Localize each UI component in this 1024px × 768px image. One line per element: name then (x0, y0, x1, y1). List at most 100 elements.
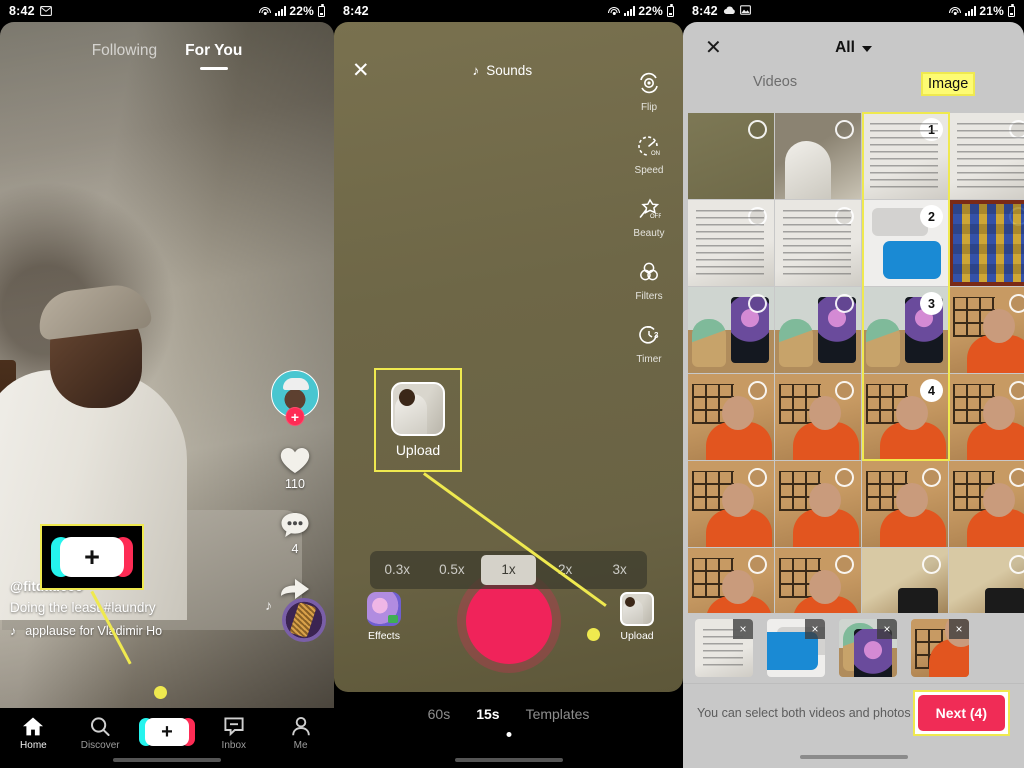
next-button[interactable]: Next (4) (917, 695, 1005, 731)
gallery-cell[interactable] (688, 113, 774, 199)
gallery-cell[interactable] (775, 374, 861, 460)
gallery-cell[interactable] (949, 287, 1024, 373)
gallery-cell[interactable] (688, 374, 774, 460)
gallery-cell[interactable] (949, 374, 1024, 460)
gallery-cell[interactable] (862, 461, 948, 547)
selection-circle[interactable] (748, 207, 767, 226)
selection-circle[interactable] (748, 120, 767, 139)
close-icon[interactable]: ✕ (352, 60, 370, 81)
selection-circle[interactable] (1009, 381, 1024, 400)
nav-create[interactable]: + (137, 717, 197, 749)
gallery-cell[interactable] (775, 113, 861, 199)
selection-circle[interactable] (1009, 555, 1024, 574)
selection-number-badge[interactable]: 3 (920, 292, 943, 315)
gallery-cell[interactable] (949, 200, 1024, 286)
gallery-cell[interactable] (775, 200, 861, 286)
tool-beauty[interactable]: OFF Beauty (633, 198, 665, 239)
like-button[interactable]: 110 (279, 446, 311, 491)
album-dropdown[interactable]: All (683, 39, 1024, 57)
tray-thumbnail[interactable]: × (911, 619, 969, 677)
speed-option-2[interactable]: 1x (481, 555, 536, 585)
selection-circle[interactable] (835, 207, 854, 226)
gallery-cell[interactable] (949, 113, 1024, 199)
selection-circle[interactable] (1009, 468, 1024, 487)
plus-icon[interactable]: + (138, 717, 195, 746)
feed-video[interactable]: Following For You + 110 4 5 (0, 22, 334, 708)
selection-circle[interactable] (748, 381, 767, 400)
selection-circle[interactable] (835, 555, 854, 574)
speed-option-0[interactable]: 0.3x (370, 555, 425, 585)
tab-videos[interactable]: Videos (753, 74, 797, 90)
remove-thumbnail-icon[interactable]: × (877, 619, 897, 639)
tab-following[interactable]: Following (92, 42, 157, 60)
speed-option-1[interactable]: 0.5x (425, 555, 480, 585)
follow-plus-icon[interactable]: + (285, 407, 305, 426)
tool-flip[interactable]: Flip (637, 72, 661, 113)
record-button[interactable] (465, 578, 552, 664)
speed-option-4[interactable]: 3x (592, 555, 647, 585)
selection-number-badge[interactable]: 4 (920, 379, 943, 402)
gallery-cell[interactable]: 4 (862, 374, 948, 460)
tray-thumbnail[interactable]: × (839, 619, 897, 677)
selection-circle[interactable] (1009, 294, 1024, 313)
effects-button[interactable]: Effects (356, 592, 412, 642)
tray-thumbnail[interactable]: × (695, 619, 753, 677)
nav-inbox[interactable]: Inbox (204, 716, 264, 751)
selection-circle[interactable] (835, 294, 854, 313)
selection-circle[interactable] (748, 468, 767, 487)
music-disc[interactable] (282, 598, 326, 642)
selection-number-badge[interactable]: 1 (920, 118, 943, 141)
selection-circle[interactable] (922, 555, 941, 574)
close-icon[interactable]: ✕ (705, 38, 722, 58)
nav-discover-label: Discover (80, 739, 120, 751)
selection-number-badge[interactable]: 2 (920, 205, 943, 228)
tool-filters-label: Filters (635, 291, 663, 302)
gallery-cell[interactable] (688, 461, 774, 547)
tray-thumbnail[interactable]: × (767, 619, 825, 677)
mode-templates[interactable]: Templates (526, 706, 590, 722)
nav-me-label: Me (293, 739, 308, 751)
caption-music[interactable]: ♪ applause for Vladimir Ho (10, 624, 264, 638)
signal-icon (274, 6, 287, 16)
remove-thumbnail-icon[interactable]: × (805, 619, 825, 639)
gallery-cell[interactable] (775, 461, 861, 547)
footer-note: You can select both videos and photos (697, 706, 911, 720)
inbox-icon (224, 716, 244, 736)
camera-viewfinder[interactable]: ✕ ♪ Sounds Flip ON Speed OFF Beauty Filt… (334, 22, 683, 692)
timer-icon: 3 (637, 324, 661, 351)
tab-image[interactable]: Image (920, 72, 976, 96)
gallery-cell[interactable] (775, 287, 861, 373)
gallery-cell[interactable]: 3 (862, 287, 948, 373)
mode-60s[interactable]: 60s (428, 706, 451, 722)
selection-circle[interactable] (748, 555, 767, 574)
nav-me[interactable]: Me (271, 716, 331, 751)
tool-filters[interactable]: Filters (635, 261, 663, 302)
nav-home[interactable]: Home (3, 716, 63, 751)
gallery-cell[interactable] (949, 461, 1024, 547)
tool-speed[interactable]: ON Speed (635, 135, 663, 176)
gallery-cell[interactable] (688, 287, 774, 373)
gallery-cell[interactable]: 2 (862, 200, 948, 286)
selection-circle[interactable] (835, 468, 854, 487)
sounds-button[interactable]: ♪ Sounds (370, 63, 635, 78)
comment-button[interactable]: 4 (279, 511, 311, 556)
face-shape (809, 483, 841, 517)
tab-for-you[interactable]: For You (185, 42, 242, 60)
selection-circle[interactable] (1009, 207, 1024, 226)
nav-discover[interactable]: Discover (70, 716, 130, 751)
selection-circle[interactable] (748, 294, 767, 313)
gallery-cell[interactable] (688, 200, 774, 286)
selection-circle[interactable] (922, 468, 941, 487)
mode-15s[interactable]: 15s (476, 706, 499, 722)
plus-icon-zoomed[interactable]: + (51, 537, 133, 577)
selection-circle[interactable] (835, 381, 854, 400)
remove-thumbnail-icon[interactable]: × (733, 619, 753, 639)
signal-icon (623, 6, 636, 16)
avatar[interactable]: + (271, 370, 319, 426)
tool-timer[interactable]: 3 Timer (636, 324, 662, 365)
gallery-cell[interactable]: 1 (862, 113, 948, 199)
remove-thumbnail-icon[interactable]: × (949, 619, 969, 639)
selection-circle[interactable] (835, 120, 854, 139)
selection-circle[interactable] (1009, 120, 1024, 139)
upload-button[interactable]: Upload (609, 592, 665, 642)
